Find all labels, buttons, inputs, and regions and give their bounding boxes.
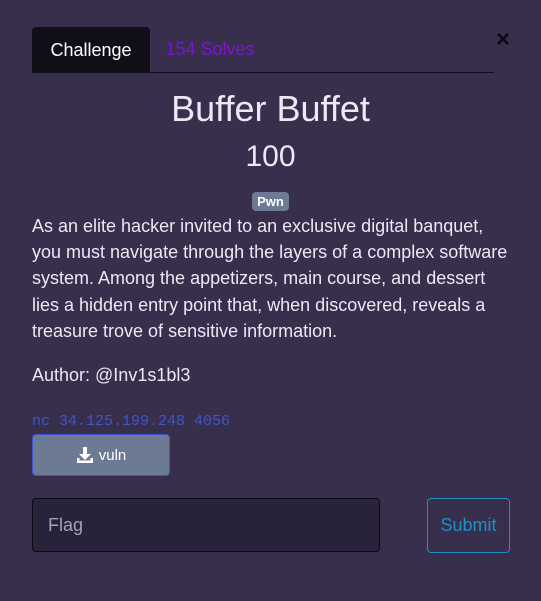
challenge-points: 100 [245, 140, 296, 173]
flag-input[interactable] [32, 498, 380, 552]
challenge-title: Buffer Buffet [171, 88, 370, 129]
tab-challenge[interactable]: Challenge [32, 27, 150, 73]
close-button[interactable]: × [491, 27, 515, 53]
challenge-author: Author: @Inv1s1bl3 [32, 365, 191, 385]
submit-button[interactable]: Submit [427, 498, 510, 553]
download-file-button[interactable]: vuln [32, 434, 170, 476]
challenge-description: As an elite hacker invited to an exclusi… [32, 216, 508, 341]
tag-container: Pwn [0, 192, 541, 211]
challenge-modal: × Challenge 154 Solves Buffer Buffet 100… [0, 0, 541, 601]
tab-solves[interactable]: 154 Solves [155, 27, 265, 72]
tab-bar: Challenge 154 Solves [32, 27, 494, 73]
connection-info: nc 34.125.199.248 4056 [32, 413, 231, 430]
category-tag: Pwn [252, 192, 289, 211]
download-file-label: vuln [98, 446, 127, 464]
download-icon [76, 447, 93, 463]
